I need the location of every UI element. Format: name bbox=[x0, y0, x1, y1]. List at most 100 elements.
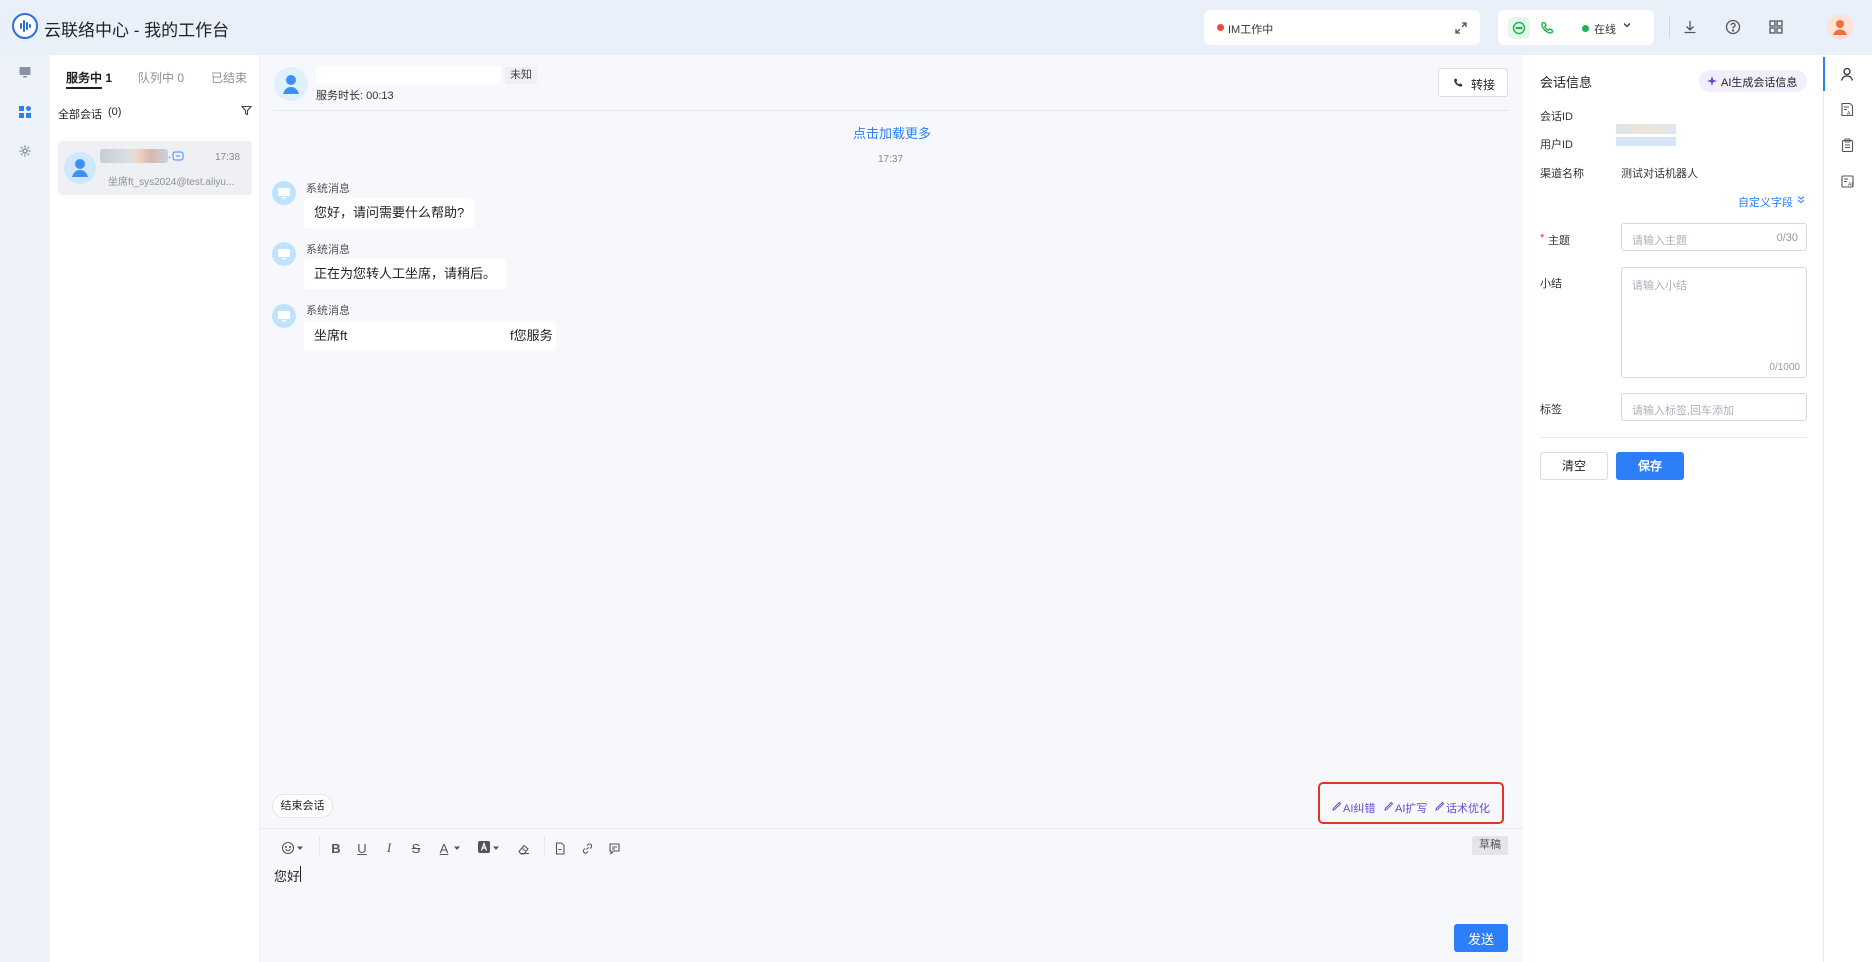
form-divider bbox=[1540, 437, 1807, 438]
message-text-end: f您服务 bbox=[510, 328, 553, 343]
message-sender: 系统消息 bbox=[306, 244, 350, 256]
highlight-dropdown-icon[interactable] bbox=[493, 845, 499, 851]
apps-grid-icon[interactable] bbox=[1765, 16, 1787, 38]
ai-expand-link[interactable]: AI扩写 bbox=[1395, 800, 1427, 816]
message-sender: 系统消息 bbox=[306, 305, 350, 317]
system-avatar-icon bbox=[272, 181, 296, 205]
transfer-button[interactable]: 转接 bbox=[1438, 68, 1508, 97]
tab-queued[interactable]: 队列中 0 bbox=[138, 69, 184, 86]
tab-ended[interactable]: 已结束 bbox=[211, 69, 247, 86]
subject-input[interactable]: 请输入主题 0/30 bbox=[1621, 223, 1807, 251]
conversation-preview: 坐席ft_sys2024@test.aliyu... bbox=[108, 177, 235, 188]
eraser-icon[interactable] bbox=[513, 838, 533, 858]
tab-in-service[interactable]: 服务中 1 bbox=[66, 69, 112, 86]
help-icon[interactable] bbox=[1722, 16, 1744, 38]
active-rail-indicator bbox=[1823, 57, 1825, 91]
ai-summary-icon[interactable]: A bbox=[1840, 102, 1855, 117]
underline-icon[interactable]: U bbox=[352, 838, 372, 858]
highlight-color-icon[interactable] bbox=[478, 841, 490, 853]
system-avatar-icon bbox=[272, 304, 296, 328]
strikethrough-icon[interactable]: S bbox=[406, 838, 426, 858]
chat-channel-icon[interactable] bbox=[1508, 17, 1530, 39]
chevron-down-icon[interactable] bbox=[1622, 20, 1632, 30]
phone-transfer-icon bbox=[1453, 78, 1463, 88]
subject-placeholder: 请输入主题 bbox=[1632, 235, 1687, 247]
chat-header-divider bbox=[273, 110, 1509, 111]
emoji-icon[interactable] bbox=[278, 838, 298, 858]
svg-text:AI: AI bbox=[1848, 182, 1853, 188]
font-color-dropdown-icon[interactable] bbox=[454, 845, 460, 851]
conversation-item[interactable]: . 17:38 坐席ft_sys2024@test.aliyu... bbox=[58, 141, 252, 195]
settings-gear-icon[interactable] bbox=[18, 144, 32, 158]
ai-generate-label: AI生成会话信息 bbox=[1721, 77, 1798, 89]
message-sender: 系统消息 bbox=[306, 183, 350, 195]
summary-counter: 0/1000 bbox=[1769, 362, 1800, 373]
customer-avatar bbox=[64, 152, 96, 184]
expand-icon[interactable] bbox=[1450, 17, 1472, 39]
ai-record-icon[interactable]: AI bbox=[1840, 174, 1855, 189]
comment-icon[interactable] bbox=[604, 838, 624, 858]
emoji-dropdown-icon[interactable] bbox=[297, 845, 303, 851]
send-button[interactable]: 发送 bbox=[1454, 924, 1508, 952]
im-status-box[interactable]: IM工作中 bbox=[1204, 10, 1480, 45]
monitor-icon[interactable] bbox=[18, 65, 32, 79]
bold-icon[interactable]: B bbox=[326, 838, 346, 858]
channel-value: 测试对话机器人 bbox=[1621, 168, 1698, 180]
script-optimize-link[interactable]: 话术优化 bbox=[1446, 800, 1490, 816]
save-button[interactable]: 保存 bbox=[1616, 452, 1684, 480]
filter-icon[interactable] bbox=[241, 105, 252, 116]
message-text-start: 坐席ft bbox=[314, 328, 348, 343]
phone-icon[interactable] bbox=[1536, 17, 1558, 39]
active-tab-underline bbox=[66, 87, 102, 89]
conversation-filter-count: (0) bbox=[108, 106, 122, 118]
online-status-label[interactable]: 在线 bbox=[1594, 21, 1616, 37]
tags-input[interactable]: 请输入标签,回车添加 bbox=[1621, 393, 1807, 421]
message-input-text[interactable]: 您好 bbox=[274, 866, 300, 885]
conversation-filter-label[interactable]: 全部会话 bbox=[58, 106, 102, 122]
toolbar-separator bbox=[319, 837, 320, 857]
file-icon[interactable] bbox=[550, 838, 570, 858]
online-status-dot bbox=[1582, 25, 1589, 32]
user-info-icon[interactable] bbox=[1839, 66, 1855, 82]
ai-correct-link[interactable]: AI纠错 bbox=[1343, 800, 1375, 816]
chat-timestamp: 17:37 bbox=[878, 154, 904, 165]
toolbar-separator bbox=[544, 837, 545, 857]
summary-placeholder: 请输入小结 bbox=[1632, 280, 1687, 292]
workbench-icon[interactable] bbox=[18, 105, 32, 119]
message-bubble: 正在为您转人工坐席，请稍后。 bbox=[304, 259, 507, 289]
name-ellipsis: . bbox=[168, 149, 172, 161]
message-bubble: 您好，请问需要什么帮助? bbox=[304, 198, 475, 228]
draft-badge: 草稿 bbox=[1472, 836, 1508, 855]
right-tool-rail bbox=[1823, 55, 1872, 962]
summary-textarea[interactable]: 请输入小结 0/1000 bbox=[1621, 267, 1807, 378]
italic-icon[interactable]: I bbox=[379, 838, 399, 858]
session-info-panel bbox=[1523, 55, 1823, 962]
info-title: 会话信息 bbox=[1540, 75, 1593, 90]
connection-box: 在线 bbox=[1498, 10, 1654, 45]
load-more-link[interactable]: 点击加载更多 bbox=[853, 123, 931, 142]
link-icon[interactable] bbox=[577, 838, 597, 858]
conversation-list-panel: 服务中 1 队列中 0 已结束 全部会话 (0) . 17:38 坐席ft_sy… bbox=[50, 55, 259, 962]
toolbar-divider bbox=[260, 828, 1523, 829]
end-session-button[interactable]: 结束会话 bbox=[272, 794, 333, 818]
tags-label: 标签 bbox=[1540, 404, 1562, 416]
pen-icon bbox=[1384, 801, 1394, 811]
sparkle-icon bbox=[1707, 76, 1717, 86]
download-icon[interactable] bbox=[1679, 16, 1701, 38]
font-color-icon[interactable]: A bbox=[434, 838, 454, 858]
user-id-redacted bbox=[1616, 124, 1676, 134]
custom-fields-link[interactable]: 自定义字段 bbox=[1738, 194, 1793, 210]
channel-badge-icon bbox=[172, 151, 184, 161]
im-status-label: IM工作中 bbox=[1228, 24, 1274, 36]
user-avatar[interactable] bbox=[1827, 14, 1853, 40]
service-duration: 服务时长: 00:13 bbox=[316, 90, 394, 102]
transfer-label: 转接 bbox=[1471, 78, 1496, 92]
svg-text:A: A bbox=[1847, 111, 1851, 117]
summary-label: 小结 bbox=[1540, 278, 1562, 290]
clipboard-icon[interactable] bbox=[1840, 138, 1855, 153]
ai-generate-button[interactable]: AI生成会话信息 bbox=[1699, 70, 1807, 92]
subject-label: 主题 bbox=[1548, 235, 1570, 247]
expand-fields-icon[interactable] bbox=[1796, 195, 1806, 205]
clear-button[interactable]: 清空 bbox=[1540, 452, 1608, 480]
left-nav-rail bbox=[0, 55, 50, 962]
